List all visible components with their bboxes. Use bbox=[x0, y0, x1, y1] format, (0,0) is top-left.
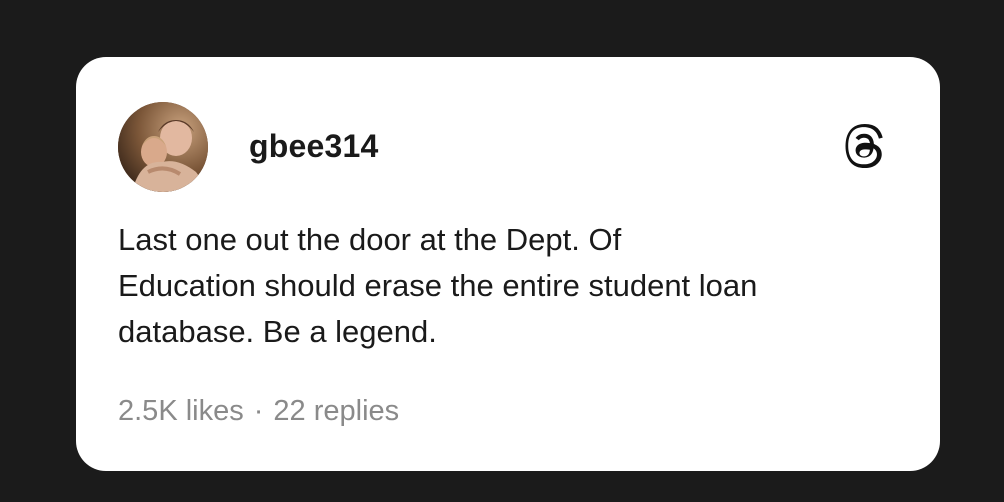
post-text-line: Last one out the door at the Dept. Of bbox=[118, 222, 622, 257]
stats-separator: · bbox=[253, 395, 264, 427]
post-stats: 2.5K likes · 22 replies bbox=[118, 395, 399, 428]
username[interactable]: gbee314 bbox=[249, 128, 378, 165]
avatar[interactable] bbox=[118, 102, 208, 192]
likes-count[interactable]: 2.5K likes bbox=[118, 395, 244, 427]
post-text: Last one out the door at the Dept. Of Ed… bbox=[118, 217, 918, 355]
avatar-photo-icon bbox=[118, 102, 208, 192]
post-card[interactable]: gbee314 Last one out the door at the Dep… bbox=[76, 57, 940, 471]
post-text-line: database. Be a legend. bbox=[118, 314, 437, 349]
threads-logo-icon[interactable] bbox=[844, 124, 884, 168]
replies-count[interactable]: 22 replies bbox=[273, 395, 399, 427]
post-text-line: Education should erase the entire studen… bbox=[118, 268, 758, 303]
